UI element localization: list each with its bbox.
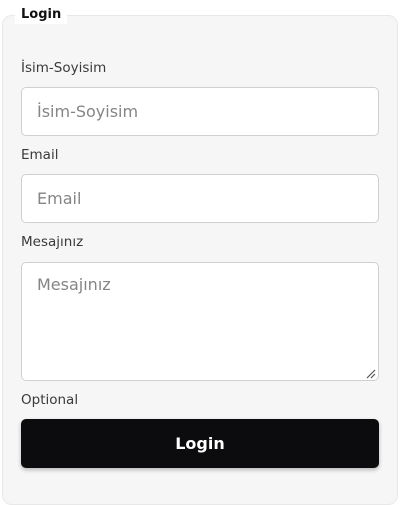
email-label: Email	[21, 147, 59, 163]
email-input[interactable]	[21, 174, 379, 223]
login-button[interactable]: Login	[21, 419, 379, 468]
form-legend: Login	[15, 6, 68, 24]
message-optional-hint: Optional	[21, 392, 79, 408]
name-input[interactable]	[21, 87, 379, 136]
message-label: Mesajınız	[21, 234, 84, 250]
message-textarea[interactable]	[21, 262, 379, 381]
name-label: İsim-Soyisim	[21, 60, 107, 76]
resize-grip-icon[interactable]	[365, 368, 376, 379]
